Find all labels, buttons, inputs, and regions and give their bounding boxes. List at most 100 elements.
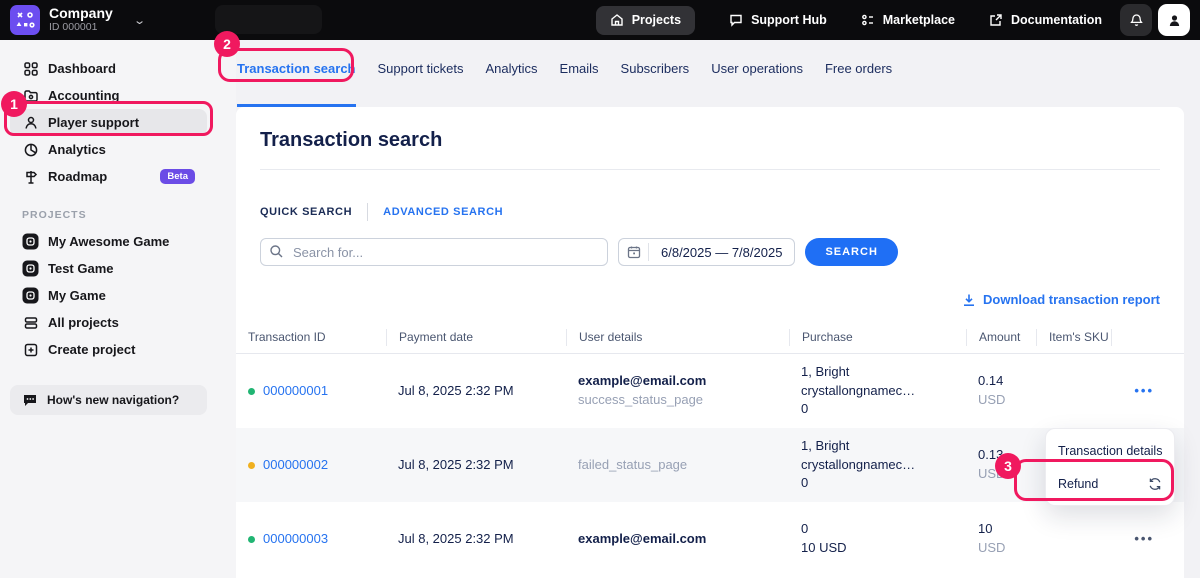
- status-dot-success: [248, 388, 255, 395]
- table-row: 000000002 Jul 8, 2025 2:32 PM failed_sta…: [236, 428, 1184, 502]
- col-transaction-id: Transaction ID: [236, 329, 386, 346]
- purchase-extra: 0: [801, 474, 966, 493]
- table-row: 000000003 Jul 8, 2025 2:32 PM example@em…: [236, 502, 1184, 576]
- bell-icon: [1129, 13, 1144, 28]
- user-status-page: failed_status_page: [578, 456, 789, 475]
- payment-date: Jul 8, 2025 2:32 PM: [386, 530, 566, 549]
- sidebar-project-test-game[interactable]: Test Game: [10, 255, 207, 282]
- signpost-icon: [22, 168, 39, 185]
- game-icon: [22, 233, 39, 250]
- company-id: ID 000001: [49, 22, 113, 34]
- menu-item-refund[interactable]: Refund: [1046, 467, 1174, 500]
- new-navigation-label: How's new navigation?: [47, 393, 179, 407]
- sidebar: Dashboard Accounting Player support Anal…: [0, 40, 236, 578]
- search-input[interactable]: [260, 238, 608, 266]
- annotation-step-1: 1: [1, 91, 27, 117]
- table-header: Transaction ID Payment date User details…: [236, 321, 1184, 354]
- annotation-step-2: 2: [214, 31, 240, 57]
- amount-currency: USD: [978, 391, 1036, 410]
- status-dot-success: [248, 536, 255, 543]
- annotation-step-3: 3: [995, 453, 1021, 479]
- sidebar-item-label: Dashboard: [48, 61, 116, 76]
- tab-transaction-search[interactable]: Transaction search: [237, 61, 356, 107]
- marketplace-label: Marketplace: [883, 13, 955, 27]
- sidebar-item-accounting[interactable]: Accounting: [10, 82, 207, 109]
- sidebar-item-roadmap[interactable]: Roadmap Beta: [10, 163, 207, 190]
- row-actions-button[interactable]: •••: [1134, 534, 1154, 544]
- marketplace-button[interactable]: Marketplace: [861, 13, 955, 27]
- col-actions: [1111, 329, 1184, 346]
- transaction-id-link[interactable]: 000000003: [263, 530, 328, 549]
- grid-icon: [22, 60, 39, 77]
- tab-emails[interactable]: Emails: [560, 61, 599, 107]
- list-icon: [861, 13, 875, 27]
- sidebar-project-my-awesome-game[interactable]: My Awesome Game: [10, 228, 207, 255]
- amount-value: 0.14: [978, 372, 1036, 391]
- status-dot-pending: [248, 462, 255, 469]
- sidebar-item-label: Roadmap: [48, 169, 107, 184]
- search-mode-tabs: QUICK SEARCH ADVANCED SEARCH: [260, 203, 1160, 221]
- sidebar-item-label: All projects: [48, 315, 119, 330]
- company-logo-icon: [10, 5, 40, 35]
- col-user-details: User details: [566, 329, 789, 346]
- sidebar-item-label: My Game: [48, 288, 106, 303]
- beta-badge: Beta: [160, 169, 195, 184]
- sidebar-item-label: Accounting: [48, 88, 120, 103]
- row-actions-button[interactable]: •••: [1134, 386, 1154, 396]
- date-range-picker[interactable]: 6/8/2025 — 7/8/2025: [618, 238, 795, 266]
- sidebar-project-my-game[interactable]: My Game: [10, 282, 207, 309]
- top-bar: Company ID 000001 ⌄ Projects Support Hub…: [0, 0, 1200, 40]
- sidebar-item-analytics[interactable]: Analytics: [10, 136, 207, 163]
- col-payment-date: Payment date: [386, 329, 566, 346]
- projects-section-label: PROJECTS: [22, 209, 236, 221]
- tab-analytics[interactable]: Analytics: [486, 61, 538, 107]
- tab-user-operations[interactable]: User operations: [711, 61, 803, 107]
- payment-date: Jul 8, 2025 2:32 PM: [386, 456, 566, 475]
- notifications-button[interactable]: [1120, 4, 1152, 36]
- advanced-search-tab[interactable]: ADVANCED SEARCH: [383, 206, 503, 218]
- table-row: 000000001 Jul 8, 2025 2:32 PM example@em…: [236, 354, 1184, 428]
- section-tabs: Transaction search Support tickets Analy…: [236, 40, 1200, 107]
- person-avatar-icon: [1167, 13, 1182, 28]
- row-context-menu: Transaction details Refund: [1045, 428, 1175, 506]
- game-icon: [22, 287, 39, 304]
- date-range-value: 6/8/2025 — 7/8/2025: [649, 245, 794, 260]
- support-hub-button[interactable]: Support Hub: [729, 13, 827, 27]
- new-navigation-banner[interactable]: How's new navigation?: [10, 385, 207, 415]
- tab-support-tickets[interactable]: Support tickets: [378, 61, 464, 107]
- sidebar-item-label: Test Game: [48, 261, 114, 276]
- chat-icon: [729, 13, 743, 27]
- page-title: Transaction search: [260, 129, 1160, 170]
- stack-icon: [22, 314, 39, 331]
- sidebar-item-all-projects[interactable]: All projects: [10, 309, 207, 336]
- sidebar-item-label: Analytics: [48, 142, 106, 157]
- transaction-id-link[interactable]: 000000002: [263, 456, 328, 475]
- sidebar-item-label: My Awesome Game: [48, 234, 169, 249]
- documentation-label: Documentation: [1011, 13, 1102, 27]
- sidebar-item-player-support[interactable]: Player support: [10, 109, 207, 136]
- company-block[interactable]: Company ID 000001: [49, 6, 113, 34]
- account-button[interactable]: [1158, 4, 1190, 36]
- game-icon: [22, 260, 39, 277]
- col-items-sku: Item's SKU: [1036, 329, 1111, 346]
- tab-subscribers[interactable]: Subscribers: [621, 61, 690, 107]
- chevron-down-icon[interactable]: ⌄: [133, 14, 146, 27]
- menu-item-transaction-details[interactable]: Transaction details: [1046, 434, 1174, 467]
- projects-button[interactable]: Projects: [596, 6, 695, 35]
- search-button[interactable]: SEARCH: [805, 238, 897, 266]
- divider: [367, 203, 368, 221]
- menu-item-label: Transaction details: [1058, 444, 1162, 458]
- user-email: example@email.com: [578, 530, 789, 549]
- col-amount: Amount: [966, 329, 1036, 346]
- company-logo[interactable]: [10, 5, 40, 35]
- documentation-button[interactable]: Documentation: [989, 13, 1102, 27]
- transaction-search-card: Transaction search QUICK SEARCH ADVANCED…: [236, 107, 1184, 578]
- sidebar-item-create-project[interactable]: Create project: [10, 336, 207, 363]
- quick-search-tab[interactable]: QUICK SEARCH: [260, 206, 352, 218]
- download-report-link[interactable]: Download transaction report: [962, 292, 1160, 307]
- sidebar-item-dashboard[interactable]: Dashboard: [10, 55, 207, 82]
- tab-free-orders[interactable]: Free orders: [825, 61, 892, 107]
- transaction-id-link[interactable]: 000000001: [263, 382, 328, 401]
- support-hub-label: Support Hub: [751, 13, 827, 27]
- home-icon: [610, 13, 624, 27]
